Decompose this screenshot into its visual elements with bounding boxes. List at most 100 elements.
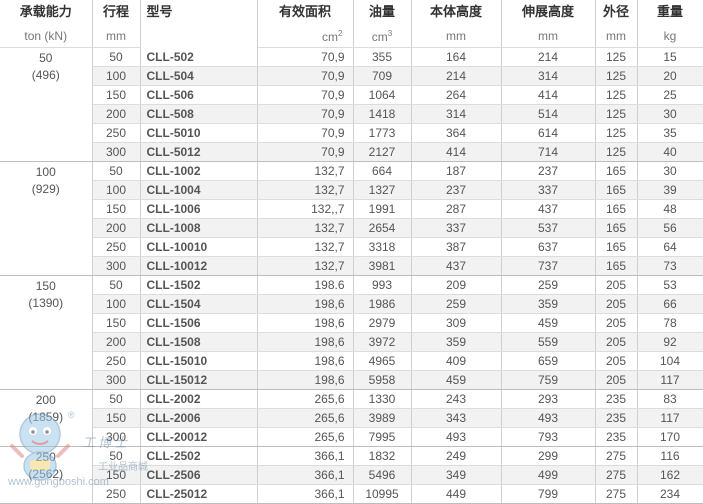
cell-od: 125	[595, 123, 638, 143]
cell-area: 132,7	[257, 237, 354, 257]
capacity-ton: 50	[39, 51, 53, 65]
capacity-cell: 50 (496)	[0, 47, 93, 162]
cell-model: CLL-2002	[140, 389, 258, 409]
header-od: 外径	[595, 0, 638, 24]
cell-stroke: 200	[92, 218, 141, 238]
cell-stroke: 50	[92, 161, 141, 181]
cell-body-height: 364	[411, 123, 502, 143]
cell-weight: 83	[637, 389, 703, 409]
cell-od: 205	[595, 370, 638, 390]
cell-area: 132,7	[257, 180, 354, 200]
cell-oil: 1327	[353, 180, 412, 200]
cell-od: 235	[595, 389, 638, 409]
cell-area: 70,9	[257, 104, 354, 124]
cell-body-height: 287	[411, 199, 502, 219]
cell-od: 205	[595, 294, 638, 314]
cell-od: 165	[595, 161, 638, 181]
cell-model: CLL-5010	[140, 123, 258, 143]
cell-model: CLL-1004	[140, 180, 258, 200]
cell-oil: 2979	[353, 313, 412, 333]
cell-extended-height: 437	[501, 199, 596, 219]
cell-extended-height: 237	[501, 161, 596, 181]
header-capacity: 承载能力	[0, 0, 93, 24]
cell-stroke: 150	[92, 313, 141, 333]
cell-model: CLL-10012	[140, 256, 258, 276]
table-row: 200 CLL-1008 132,7 2654 337 537 165 56	[0, 218, 703, 238]
cell-oil: 664	[353, 161, 412, 181]
cell-extended-height: 637	[501, 237, 596, 257]
cell-weight: 15	[637, 47, 703, 67]
cell-body-height: 387	[411, 237, 502, 257]
cell-weight: 53	[637, 275, 703, 295]
cell-extended-height: 214	[501, 47, 596, 67]
cell-area: 366,1	[257, 446, 354, 466]
cell-stroke: 50	[92, 446, 141, 466]
table-row: 100 CLL-1504 198,6 1986 259 359 205 66	[0, 294, 703, 314]
cell-weight: 40	[637, 142, 703, 162]
cell-body-height: 264	[411, 85, 502, 105]
cell-od: 205	[595, 332, 638, 352]
table-row: 200 CLL-1508 198,6 3972 359 559 205 92	[0, 332, 703, 352]
cell-oil: 1418	[353, 104, 412, 124]
cell-weight: 117	[637, 370, 703, 390]
cell-oil: 5958	[353, 370, 412, 390]
cell-extended-height: 259	[501, 275, 596, 295]
cell-model: CLL-1008	[140, 218, 258, 238]
cell-weight: 30	[637, 161, 703, 181]
cell-extended-height: 293	[501, 389, 596, 409]
capacity-kn: (496)	[31, 68, 60, 82]
cell-od: 205	[595, 275, 638, 295]
cell-oil: 355	[353, 47, 412, 67]
cell-area: 198,6	[257, 332, 354, 352]
cell-od: 165	[595, 237, 638, 257]
cell-oil: 1773	[353, 123, 412, 143]
cell-body-height: 359	[411, 332, 502, 352]
cell-oil: 709	[353, 66, 412, 86]
cell-model: CLL-2502	[140, 446, 258, 466]
header-row-units: ton (kN) mm cm2 cm3 mm mm mm kg	[0, 24, 703, 48]
cell-oil: 1064	[353, 85, 412, 105]
cell-area: 265,6	[257, 427, 354, 447]
cell-model: CLL-504	[140, 66, 258, 86]
cell-area: 198,6	[257, 370, 354, 390]
cell-od: 125	[595, 142, 638, 162]
cell-body-height: 414	[411, 142, 502, 162]
cell-oil: 4965	[353, 351, 412, 371]
cell-oil: 5496	[353, 465, 412, 485]
cell-area: 366,1	[257, 484, 354, 504]
cell-weight: 56	[637, 218, 703, 238]
header-weight: 重量	[637, 0, 703, 24]
cell-stroke: 300	[92, 427, 141, 447]
cell-stroke: 300	[92, 142, 141, 162]
table-row: 250 CLL-25012 366,1 10995 449 799 275 234	[0, 484, 703, 504]
capacity-cell: 250 (2562)	[0, 446, 93, 504]
cell-model: CLL-506	[140, 85, 258, 105]
cell-area: 132,,7	[257, 199, 354, 219]
cell-body-height: 459	[411, 370, 502, 390]
cell-stroke: 50	[92, 47, 141, 67]
table-row: 250 (2562) 50 CLL-2502 366,1 1832 249 299 275 116	[0, 446, 703, 504]
cell-extended-height: 799	[501, 484, 596, 504]
cell-body-height: 437	[411, 256, 502, 276]
cell-weight: 30	[637, 104, 703, 124]
cell-oil: 3972	[353, 332, 412, 352]
cell-area: 198,6	[257, 294, 354, 314]
table-row: 150 CLL-2506 366,1 5496 349 499 275 162	[0, 465, 703, 485]
capacity-ton: 250	[35, 450, 56, 464]
cell-od: 165	[595, 180, 638, 200]
cell-area: 132,7	[257, 161, 354, 181]
table-row: 150 CLL-1006 132,,7 1991 287 437 165 48	[0, 199, 703, 219]
cell-body-height: 164	[411, 47, 502, 67]
table-row: 100 (929) 50 CLL-1002 132,7 664 187 237 165 30	[0, 161, 703, 276]
cell-od: 165	[595, 218, 638, 238]
cell-od: 205	[595, 313, 638, 333]
cell-stroke: 250	[92, 351, 141, 371]
unit-stroke: mm	[92, 24, 141, 48]
cell-oil: 7995	[353, 427, 412, 447]
cell-extended-height: 737	[501, 256, 596, 276]
cell-weight: 20	[637, 66, 703, 86]
cell-area: 265,6	[257, 408, 354, 428]
capacity-ton: 100	[35, 165, 56, 179]
cell-body-height: 343	[411, 408, 502, 428]
cell-body-height: 214	[411, 66, 502, 86]
